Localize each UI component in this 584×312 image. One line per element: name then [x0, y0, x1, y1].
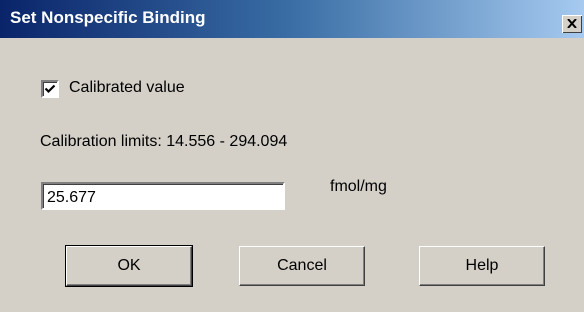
- checkmark-icon: [44, 84, 56, 94]
- ok-button[interactable]: OK: [65, 245, 193, 287]
- calibrated-value-checkbox[interactable]: [41, 80, 59, 98]
- calibration-limits-text: Calibration limits: 14.556 - 294.094: [40, 133, 288, 150]
- window-title: Set Nonspecific Binding: [10, 8, 206, 27]
- set-nonspecific-binding-dialog: Set Nonspecific Binding Calibrated value…: [0, 0, 584, 312]
- cancel-button[interactable]: Cancel: [239, 246, 365, 286]
- calibrated-value-label[interactable]: Calibrated value: [69, 79, 185, 97]
- unit-label: fmol/mg: [330, 178, 387, 195]
- help-button[interactable]: Help: [419, 246, 545, 286]
- close-icon: [567, 19, 577, 28]
- title-bar[interactable]: Set Nonspecific Binding: [0, 0, 584, 38]
- binding-value-input[interactable]: [41, 182, 285, 210]
- close-button[interactable]: [562, 15, 582, 33]
